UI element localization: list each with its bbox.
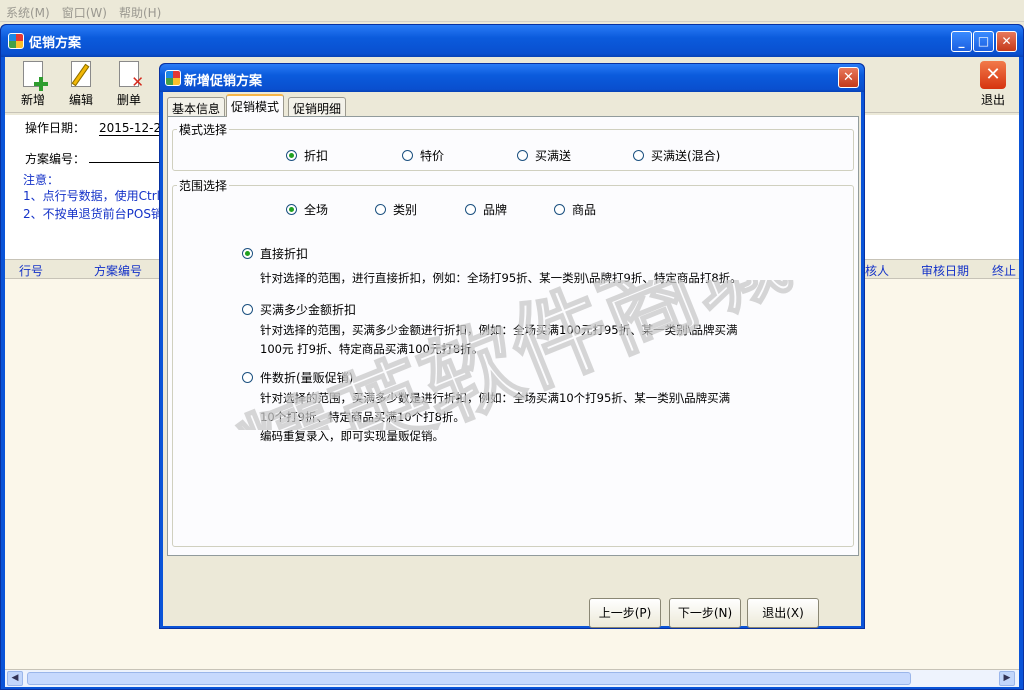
note-line-1: 1、点行号数据，使用Ctrl	[23, 189, 160, 203]
mode-special-price-radio[interactable]: 特价	[402, 147, 444, 164]
exit-button-label: 退出	[980, 93, 1005, 107]
mode-buy-get-mixed-radio[interactable]: 买满送(混合)	[633, 147, 720, 164]
scope-group-legend: 范围选择	[179, 179, 228, 193]
amount-discount-desc: 针对选择的范围，买满多少金额进行折扣，例如：全场买满100元打95折、某一类别\…	[260, 321, 737, 359]
scheme-no-row: 方案编号：	[25, 148, 162, 167]
edit-button[interactable]: 编辑	[59, 61, 103, 108]
next-step-button[interactable]: 下一步(N)	[669, 598, 741, 628]
dialog-client: 基本信息 促销模式 促销明细 模式选择 折扣 特价 买满送 买满送(混合) 范围…	[163, 92, 861, 628]
scrollbar-thumb[interactable]	[27, 672, 911, 685]
maximize-icon[interactable]: □	[973, 31, 994, 52]
radio-unselected-icon	[242, 372, 253, 383]
new-promotion-dialog: 新增促销方案 ✕ 基本信息 促销模式 促销明细 模式选择 折扣 特价 买满送 买…	[159, 63, 865, 629]
radio-unselected-icon	[465, 204, 476, 215]
delete-button-label: 删单	[116, 93, 141, 107]
quantity-discount-desc-line: 10个打9折、特定商品买满10个打8折。	[260, 410, 465, 424]
note-title: 注意：	[23, 173, 60, 187]
scroll-left-icon[interactable]: ◀	[7, 671, 23, 686]
scroll-right-icon[interactable]: ▶	[999, 671, 1015, 686]
menu-bar: 系统(M) 窗口(W) 帮助(H)	[0, 0, 1024, 22]
radio-selected-icon	[286, 204, 297, 215]
dialog-title: 新增促销方案	[184, 74, 263, 89]
scope-all-radio[interactable]: 全场	[286, 201, 328, 218]
scope-all-label: 全场	[304, 203, 329, 217]
scope-brand-radio[interactable]: 品牌	[465, 201, 507, 218]
menu-window[interactable]: 窗口(W)	[56, 0, 113, 21]
edit-button-label: 编辑	[68, 93, 93, 107]
dialog-close-icon[interactable]: ✕	[838, 67, 859, 88]
mode-special-price-label: 特价	[420, 149, 445, 163]
horizontal-scrollbar[interactable]: ◀ ▶	[5, 669, 1019, 687]
op-date-label: 操作日期：	[25, 121, 86, 135]
radio-unselected-icon	[242, 304, 253, 315]
tab-basic-info[interactable]: 基本信息	[167, 97, 226, 116]
amount-discount-radio[interactable]: 买满多少金额折扣	[242, 301, 356, 318]
delete-document-icon: ✕	[116, 61, 144, 90]
col-reviewer[interactable]: 核人	[865, 262, 889, 279]
radio-unselected-icon	[517, 150, 528, 161]
direct-discount-desc-line: 针对选择的范围，进行直接折扣，例如：全场打95折、某一类别\品牌打9折、特定商品…	[260, 271, 742, 285]
direct-discount-label: 直接折扣	[260, 247, 309, 261]
exit-button[interactable]: ✕ 退出	[971, 61, 1015, 108]
radio-selected-icon	[242, 248, 253, 259]
dialog-exit-button[interactable]: 退出(X)	[747, 598, 819, 628]
new-document-icon	[20, 61, 48, 91]
add-button-label: 新增	[20, 93, 45, 107]
tab-promotion-mode[interactable]: 促销模式	[226, 94, 285, 117]
prev-step-button[interactable]: 上一步(P)	[589, 598, 661, 628]
col-scheme-no[interactable]: 方案编号	[94, 262, 142, 279]
op-date-row: 操作日期： 2015-12-2	[25, 119, 162, 136]
radio-unselected-icon	[402, 150, 413, 161]
radio-unselected-icon	[375, 204, 386, 215]
mode-buy-get-label: 买满送	[535, 149, 572, 163]
scope-category-label: 类别	[393, 203, 418, 217]
scope-brand-label: 品牌	[483, 203, 508, 217]
direct-discount-desc: 针对选择的范围，进行直接折扣，例如：全场打95折、某一类别\品牌打9折、特定商品…	[260, 269, 742, 288]
quantity-discount-label: 件数折(量贩促销)	[260, 371, 354, 385]
note-line-2: 2、不按单退货前台POS销	[23, 207, 163, 221]
quantity-discount-desc-line: 针对选择的范围，买满多少数是进行折扣，例如：全场买满10个打95折、某一类别\品…	[260, 391, 731, 405]
col-end[interactable]: 终止	[992, 262, 1016, 279]
mode-group: 模式选择	[172, 121, 854, 171]
radio-selected-icon	[286, 150, 297, 161]
minimize-icon[interactable]: _	[951, 31, 972, 52]
op-date-field[interactable]: 2015-12-2	[99, 121, 162, 136]
menu-help[interactable]: 帮助(H)	[113, 0, 167, 21]
exit-icon: ✕	[980, 61, 1006, 89]
app-icon	[8, 33, 24, 49]
quantity-discount-desc-line: 编码重复录入，即可实现量贩促销。	[260, 429, 444, 443]
close-icon[interactable]: ✕	[996, 31, 1017, 52]
promotion-mode-panel: 模式选择 折扣 特价 买满送 买满送(混合) 范围选择 全场 类别 品牌 商品 …	[167, 116, 859, 556]
scope-group: 范围选择	[172, 177, 854, 547]
quantity-discount-radio[interactable]: 件数折(量贩促销)	[242, 369, 353, 386]
edit-document-icon	[68, 61, 94, 89]
scope-category-radio[interactable]: 类别	[375, 201, 417, 218]
amount-discount-label: 买满多少金额折扣	[260, 303, 357, 317]
dialog-app-icon	[165, 70, 181, 86]
col-row-no[interactable]: 行号	[19, 262, 43, 279]
radio-unselected-icon	[554, 204, 565, 215]
main-window-titlebar[interactable]: 促销方案 _ □ ✕	[1, 25, 1023, 57]
direct-discount-radio[interactable]: 直接折扣	[242, 245, 308, 262]
quantity-discount-desc: 针对选择的范围，买满多少数是进行折扣，例如：全场买满10个打95折、某一类别\品…	[260, 389, 730, 446]
main-window-title: 促销方案	[29, 36, 82, 51]
amount-discount-desc-line: 针对选择的范围，买满多少金额进行折扣，例如：全场买满100元打95折、某一类别\…	[260, 323, 738, 337]
mode-group-legend: 模式选择	[179, 123, 228, 137]
mode-discount-label: 折扣	[304, 149, 329, 163]
scheme-no-label: 方案编号：	[25, 152, 86, 166]
scope-product-label: 商品	[572, 203, 597, 217]
scheme-no-field[interactable]	[89, 148, 162, 163]
amount-discount-desc-line: 100元 打9折、特定商品买满100元打8折。	[260, 342, 484, 356]
mode-buy-get-mixed-label: 买满送(混合)	[651, 149, 721, 163]
col-review-date[interactable]: 审核日期	[921, 262, 969, 279]
add-button[interactable]: 新增	[11, 61, 55, 108]
delete-button[interactable]: ✕ 删单	[107, 61, 151, 108]
mode-discount-radio[interactable]: 折扣	[286, 147, 328, 164]
tab-promotion-detail[interactable]: 促销明细	[288, 97, 347, 116]
mode-buy-get-radio[interactable]: 买满送	[517, 147, 571, 164]
radio-unselected-icon	[633, 150, 644, 161]
menu-system[interactable]: 系统(M)	[0, 0, 56, 21]
scope-product-radio[interactable]: 商品	[554, 201, 596, 218]
dialog-titlebar[interactable]: 新增促销方案 ✕	[160, 64, 864, 92]
